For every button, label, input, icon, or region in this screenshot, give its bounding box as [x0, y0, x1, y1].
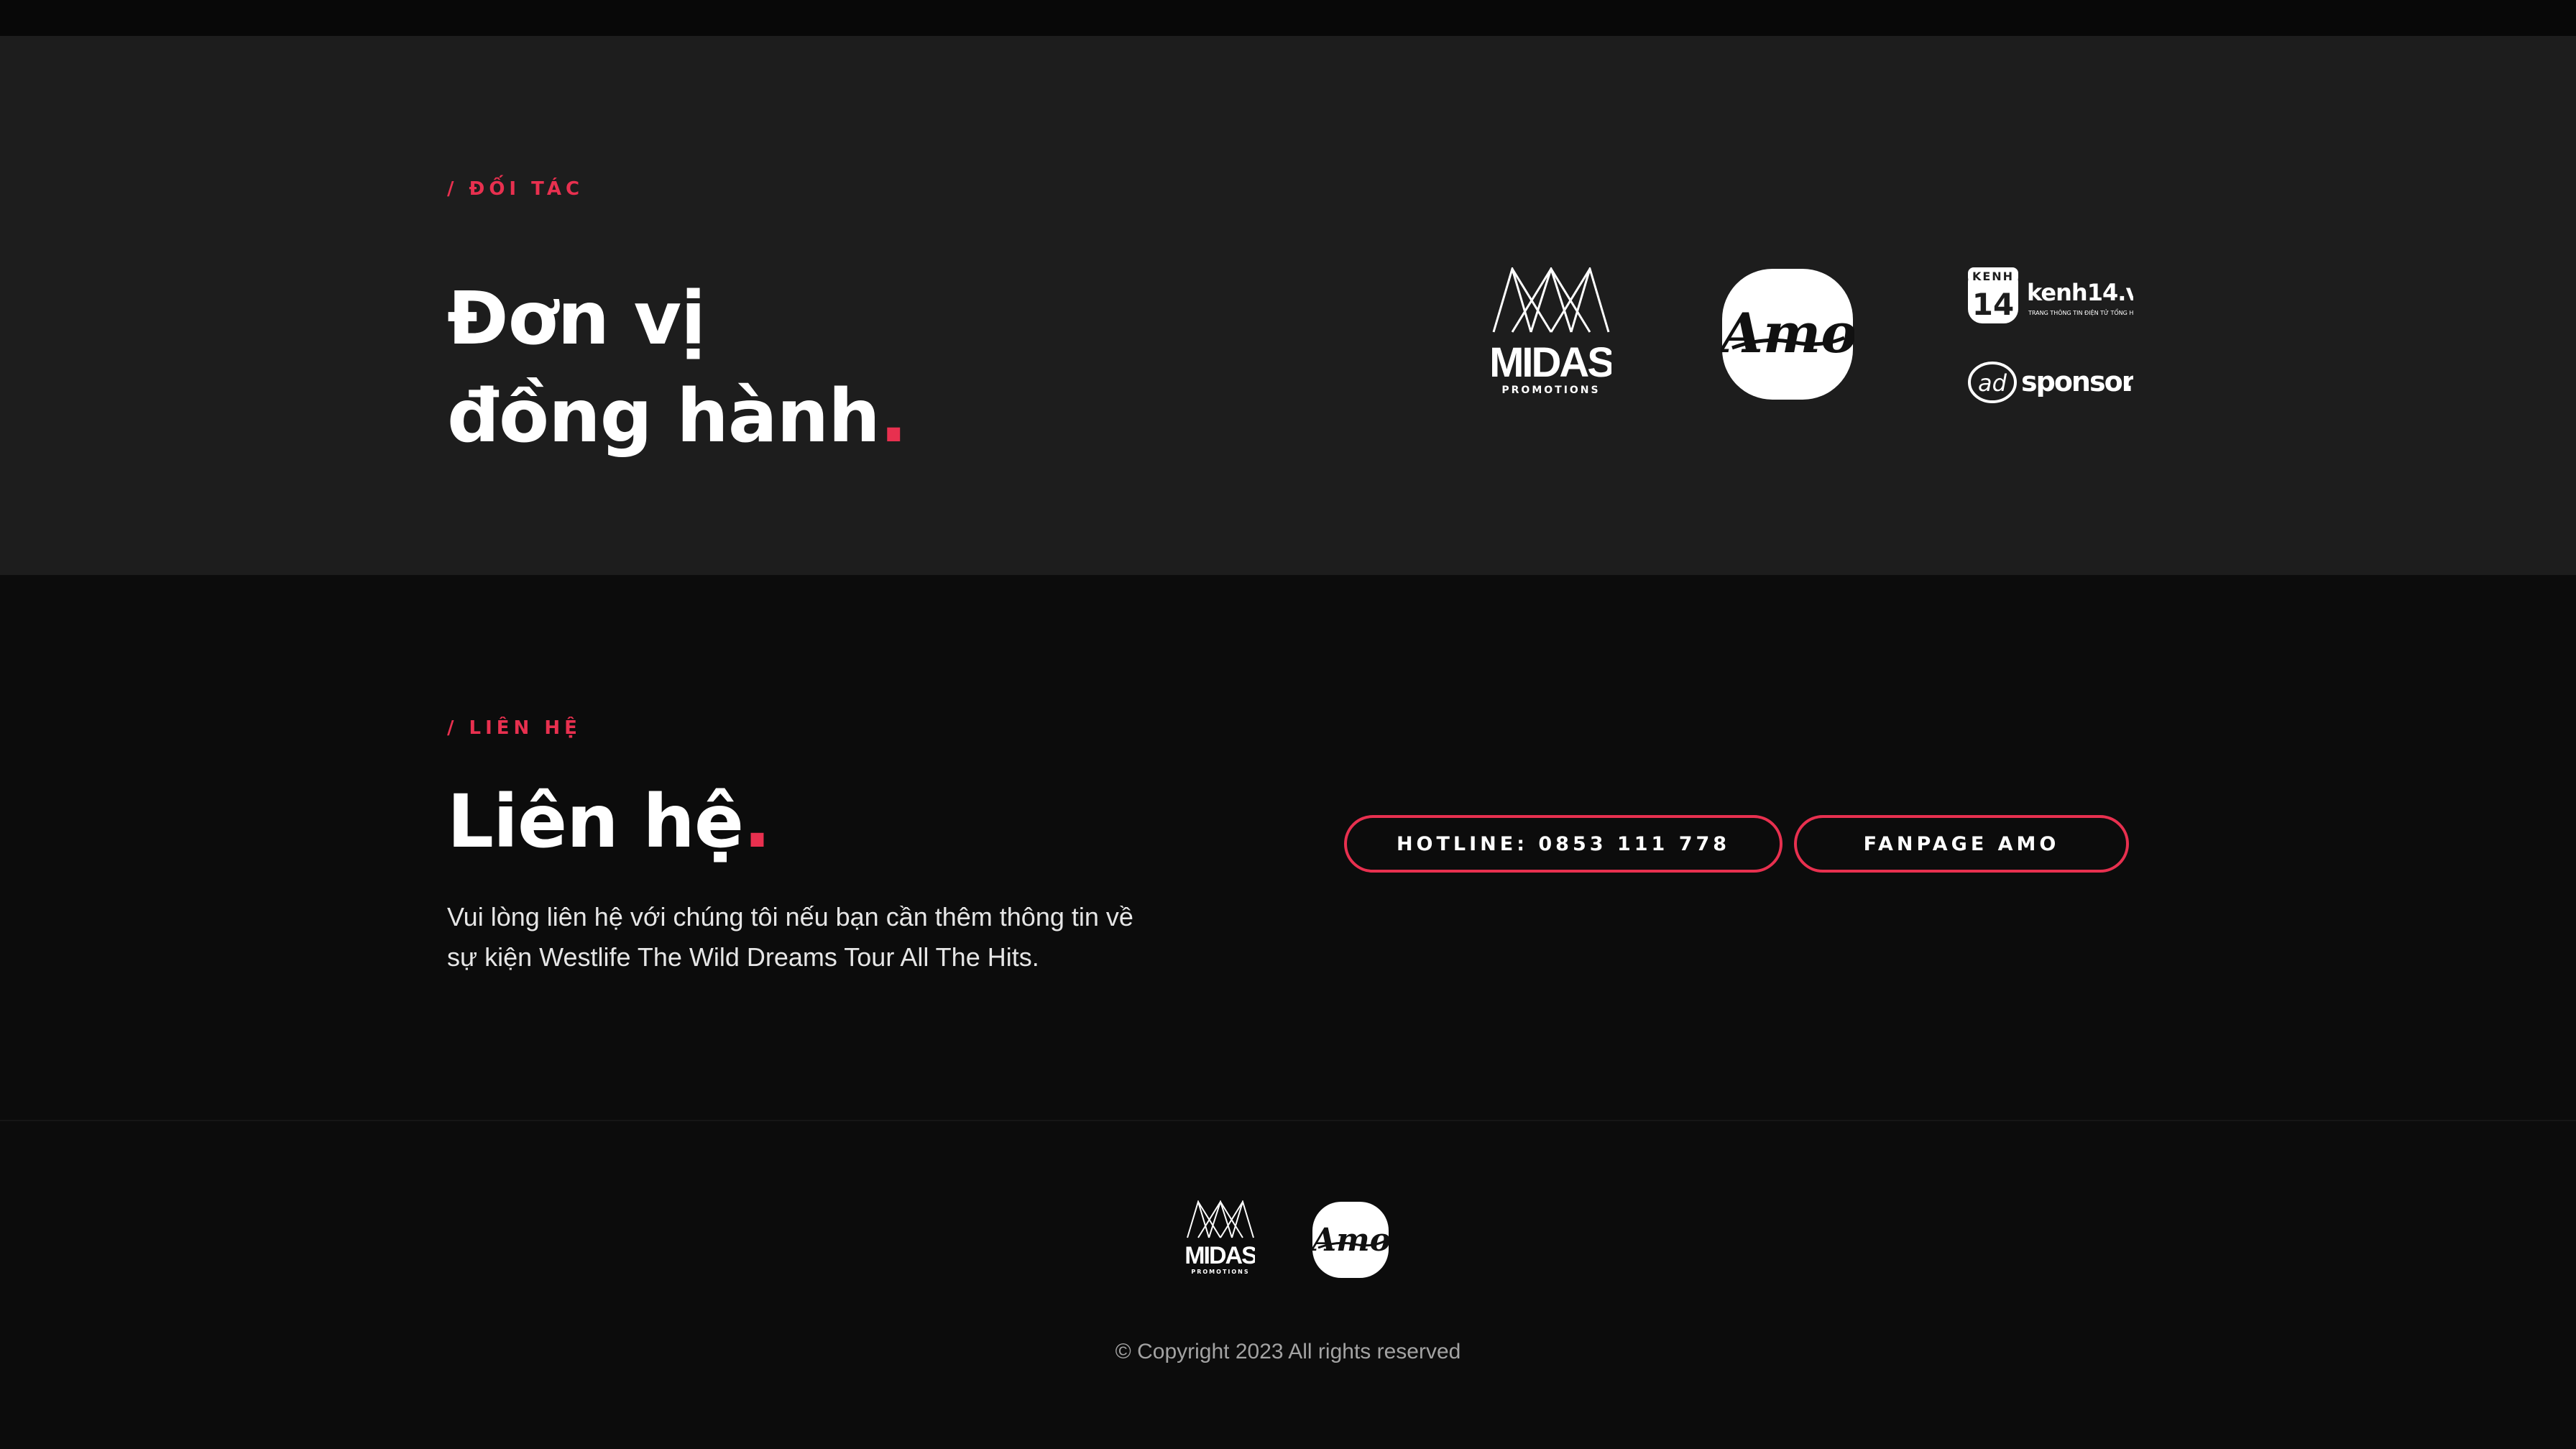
svg-text:sponsor: sponsor — [2021, 366, 2133, 397]
amo-logo: Amo — [1721, 267, 1854, 401]
footer-amo-logo: Amo — [1311, 1200, 1390, 1279]
contact-description: Vui lòng liên hệ với chúng tôi nếu bạn c… — [447, 897, 1166, 978]
svg-text:Amo: Amo — [1311, 1222, 1390, 1259]
fanpage-button[interactable]: FANPAGE AMO — [1794, 815, 2129, 873]
copyright-text: © Copyright 2023 All rights reserved — [1115, 1340, 1461, 1363]
partners-title-line1: Đơn vị — [447, 276, 706, 362]
title-accent-dot: . — [743, 779, 771, 865]
description-line-1: Vui lòng liên hệ với chúng tôi nếu bạn c… — [447, 902, 1133, 932]
footer: MIDAS PROMOTIONS Amo © Copyright 2023 Al… — [0, 1121, 2576, 1449]
footer-midas-logo: MIDAS PROMOTIONS — [1186, 1200, 1255, 1275]
hotline-button[interactable]: HOTLINE: 0853 111 778 — [1344, 815, 1782, 873]
svg-text:MIDAS: MIDAS — [1491, 339, 1611, 386]
svg-text:Amo: Amo — [1721, 301, 1854, 365]
partners-title: Đơn vị đồng hành. — [447, 270, 908, 466]
description-line-2: sự kiện Westlife The Wild Dreams Tour Al… — [447, 942, 1039, 972]
svg-text:kenh14.vn: kenh14.vn — [2027, 279, 2133, 306]
adsponsor-logo: ad sponsor . — [1966, 356, 2133, 407]
midas-promotions-logo: MIDAS PROMOTIONS — [1491, 267, 1611, 395]
contact-eyebrow: / LIÊN HỆ — [447, 717, 581, 739]
contact-title: Liên hệ. — [447, 779, 771, 865]
svg-text:TRANG THÔNG TIN ĐIỆN TỬ TỔNG H: TRANG THÔNG TIN ĐIỆN TỬ TỔNG HỢP — [2028, 308, 2133, 317]
partners-section: / ĐỐI TÁC Đơn vị đồng hành. MIDAS PROMOT… — [0, 36, 2576, 575]
contact-section: / LIÊN HỆ Liên hệ. Vui lòng liên hệ với … — [0, 575, 2576, 1120]
svg-text:.: . — [2123, 366, 2133, 397]
svg-text:14: 14 — [1972, 287, 2014, 322]
svg-text:KENH: KENH — [1972, 270, 2014, 283]
kenh14-logo: KENH 14 kenh14.vn TRANG THÔNG TIN ĐIỆN T… — [1966, 264, 2133, 326]
svg-text:ad: ad — [1978, 369, 2007, 397]
svg-text:PROMOTIONS: PROMOTIONS — [1501, 385, 1600, 395]
svg-text:MIDAS: MIDAS — [1186, 1242, 1255, 1269]
top-bar — [0, 0, 2576, 36]
title-accent-dot: . — [879, 374, 908, 459]
partners-eyebrow: / ĐỐI TÁC — [447, 178, 584, 200]
partners-title-line2: đồng hành. — [447, 374, 908, 459]
svg-text:PROMOTIONS: PROMOTIONS — [1191, 1269, 1249, 1275]
